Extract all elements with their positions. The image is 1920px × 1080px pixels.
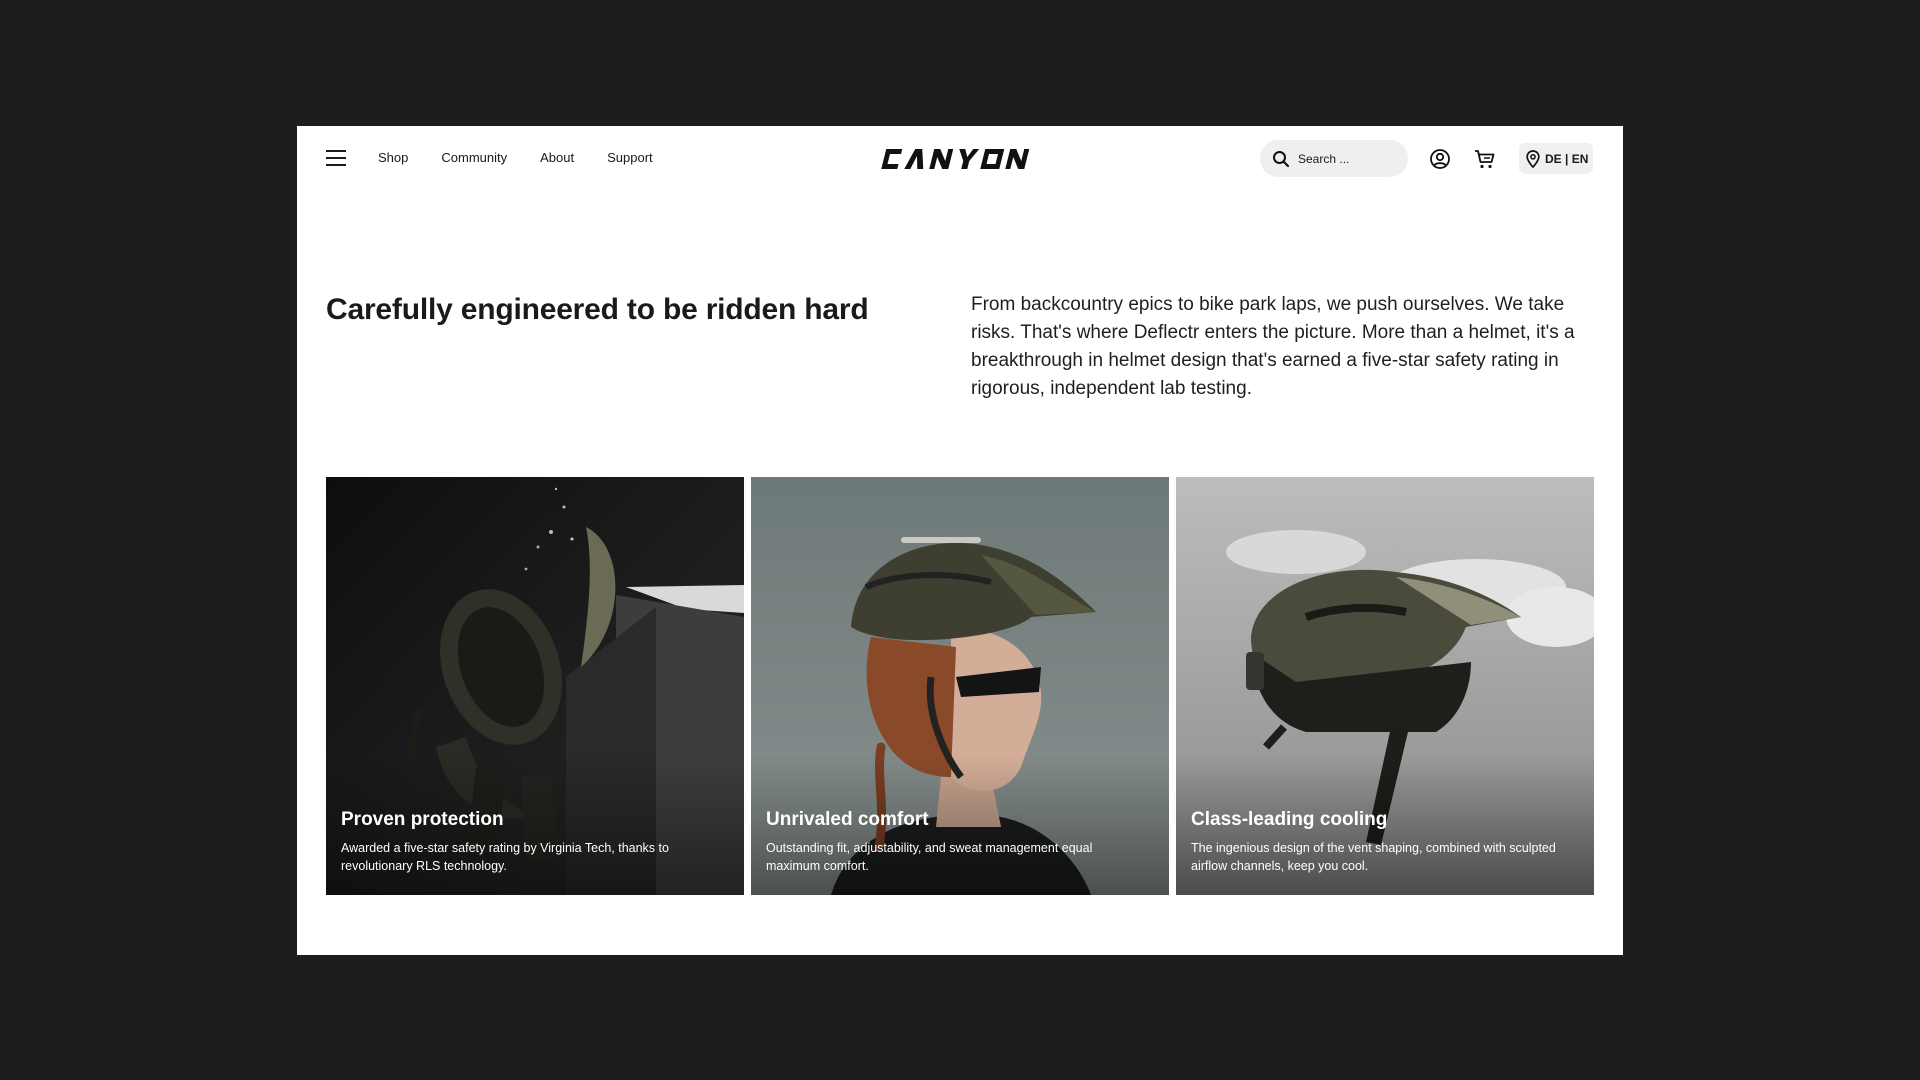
locale-label: DE | EN <box>1545 151 1589 166</box>
feature-card-comfort[interactable]: Unrivaled comfort Outstanding fit, adjus… <box>751 477 1169 895</box>
nav-item-shop[interactable]: Shop <box>378 148 408 168</box>
search-icon <box>1273 150 1290 167</box>
locale-selector[interactable]: DE | EN <box>1519 143 1593 174</box>
nav-item-community[interactable]: Community <box>441 148 507 168</box>
intro-paragraph: From backcountry epics to bike park laps… <box>971 294 1575 399</box>
location-pin-icon <box>1526 149 1540 168</box>
card-caption: Proven protection Awarded a five-star sa… <box>341 809 721 875</box>
nav-item-support[interactable]: Support <box>607 148 653 168</box>
nav-item-about[interactable]: About <box>540 148 574 168</box>
feature-card-protection[interactable]: Proven protection Awarded a five-star sa… <box>326 477 744 895</box>
card-title: Unrivaled comfort <box>766 809 929 830</box>
card-title: Class-leading cooling <box>1191 809 1388 830</box>
section-headline: Carefully engineered to be ridden hard <box>326 293 869 326</box>
search-input[interactable] <box>1296 150 1400 167</box>
site-header: Shop Community About Support Search ... … <box>297 126 1623 192</box>
card-caption: Unrivaled comfort Outstanding fit, adjus… <box>766 809 1146 875</box>
page-frame: Shop Community About Support Search ... … <box>297 126 1623 955</box>
search-field[interactable] <box>1260 140 1408 177</box>
cart-icon[interactable] <box>1473 147 1497 171</box>
card-description: The ingenious design of the vent shaping… <box>1191 841 1556 873</box>
main-nav: Shop Community About Support <box>378 148 686 168</box>
card-description: Awarded a five-star safety rating by Vir… <box>341 841 669 873</box>
canyon-logo[interactable] <box>877 146 1039 172</box>
card-title: Proven protection <box>341 809 504 830</box>
feature-card-cooling[interactable]: Class-leading cooling The ingenious desi… <box>1176 477 1594 895</box>
account-icon[interactable] <box>1428 147 1452 171</box>
hamburger-menu-icon[interactable] <box>326 150 346 166</box>
card-description: Outstanding fit, adjustability, and swea… <box>766 841 1093 873</box>
feature-cards: Proven protection Awarded a five-star sa… <box>326 477 1594 895</box>
card-caption: Class-leading cooling The ingenious desi… <box>1191 809 1571 875</box>
